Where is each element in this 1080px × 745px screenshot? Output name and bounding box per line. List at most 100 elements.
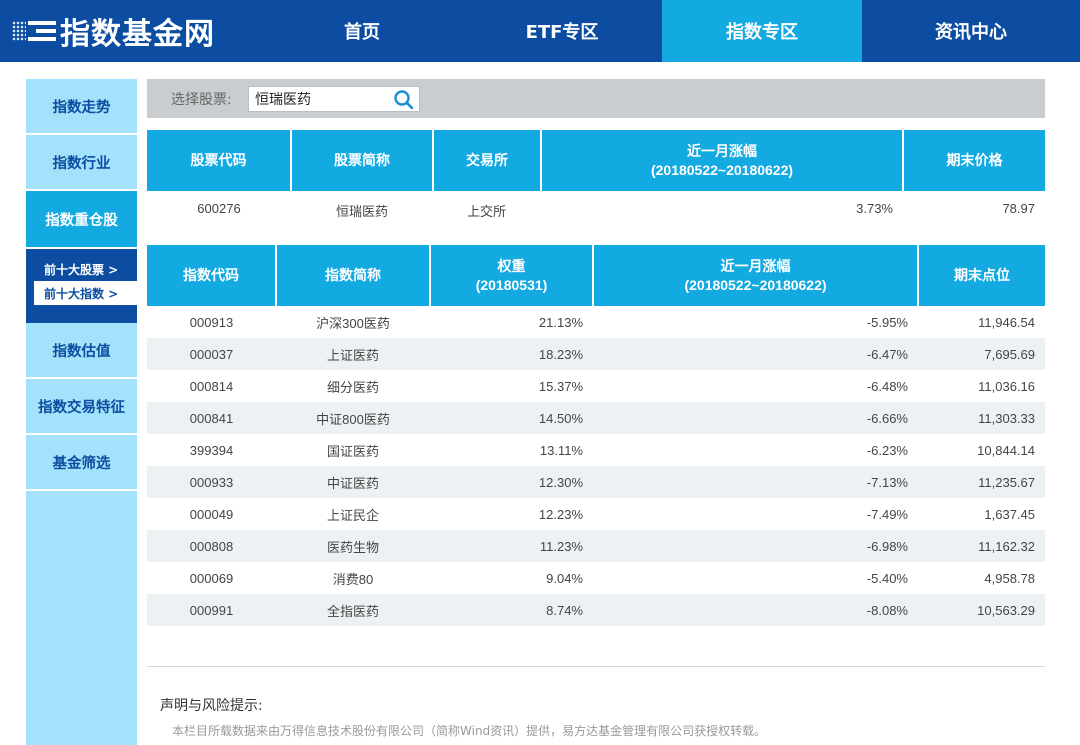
index-weight: 13.11%: [539, 442, 583, 458]
index-close: 10,844.14: [977, 442, 1035, 458]
col-index-change: 近一月涨幅 (20180522~20180622): [593, 245, 919, 306]
stock-info-table: 股票代码 股票简称 交易所 近一月涨幅 (20180522~20180622) …: [147, 130, 1045, 225]
nav-home[interactable]: 首页: [262, 0, 462, 62]
col-month-change-label: 近一月涨幅: [687, 142, 757, 159]
index-code: 399394: [189, 442, 234, 458]
section-divider: [147, 666, 1045, 667]
stock-name: 恒瑞医药: [335, 204, 388, 219]
index-close: 11,303.33: [918, 402, 1045, 434]
search-label: 选择股票:: [171, 92, 232, 108]
index-name: 上证医药: [276, 338, 430, 370]
index-code: 000913: [189, 314, 234, 330]
index-weight: 11.23%: [430, 530, 593, 562]
index-close: 11,036.16: [978, 378, 1035, 394]
sidebar-item-index-industry[interactable]: 指数行业: [26, 135, 137, 191]
index-change: -5.40%: [866, 570, 908, 586]
index-weight: 8.74%: [430, 594, 593, 626]
index-close: 1,637.45: [984, 506, 1035, 522]
index-code: 000933: [147, 466, 276, 498]
sidebar: 指数走势 指数行业 指数重仓股 前十大股票 > 前十大指数 > 指数估值 指数交…: [26, 79, 137, 745]
table-row: 399394 国证医药 13.11% -6.23% 10,844.14: [147, 434, 1045, 466]
table-row: 000069 消费80 9.04% -5.40% 4,958.78: [147, 562, 1045, 594]
index-weight: 21.13%: [538, 314, 583, 330]
index-change: -6.98%: [593, 530, 918, 562]
index-change: -6.66%: [593, 402, 918, 434]
main-nav: 首页 ETF专区 指数专区 资讯中心: [262, 0, 1080, 62]
notice-text: 本栏目所载数据来由万得信息技术股份有限公司（简称Wind资讯）提供，易方达基金管…: [172, 724, 767, 738]
index-code: 000049: [189, 506, 234, 522]
index-name: 国证医药: [326, 443, 379, 459]
index-change: -6.47%: [593, 338, 918, 370]
logo-mark-icon: [12, 17, 60, 45]
table-row: 600276 恒瑞医药 上交所 3.73% 78.97: [147, 191, 1045, 225]
table-row: 000808 医药生物 11.23% -6.98% 11,162.32: [147, 530, 1045, 562]
col-index-change-range: (20180522~20180622): [684, 276, 827, 293]
index-close: 10,563.29: [918, 594, 1045, 626]
site-logo[interactable]: 指数基金网: [12, 10, 215, 52]
index-change: -7.49%: [866, 506, 908, 522]
index-name: 细分医药: [326, 379, 379, 395]
table-row: 000037 上证医药 18.23% -6.47% 7,695.69: [147, 338, 1045, 370]
index-close: 7,695.69: [918, 338, 1045, 370]
index-name: 医药生物: [276, 530, 430, 562]
index-name: 上证民企: [326, 507, 379, 523]
col-month-change: 近一月涨幅 (20180522~20180622): [541, 130, 904, 191]
notice-title: 声明与风险提示:: [160, 698, 263, 714]
top-header: 指数基金网 首页 ETF专区 指数专区 资讯中心: [0, 0, 1080, 62]
index-name: 中证800医药: [276, 402, 430, 434]
nav-news[interactable]: 资讯中心: [862, 0, 1080, 62]
table-row: 000991 全指医药 8.74% -8.08% 10,563.29: [147, 594, 1045, 626]
col-weight: 权重 (20180531): [430, 245, 594, 306]
sidebar-item-fund-filter[interactable]: 基金筛选: [26, 435, 137, 491]
index-weight: 12.23%: [538, 506, 583, 522]
col-index-close: 期末点位: [918, 245, 1045, 306]
index-weight: 14.50%: [430, 402, 593, 434]
sidebar-subitem-top10-indexes[interactable]: 前十大指数 >: [34, 281, 137, 305]
index-change: -7.13%: [593, 466, 918, 498]
index-close: 11,946.54: [978, 314, 1035, 330]
col-index-name: 指数简称: [276, 245, 431, 306]
index-weight: 12.30%: [430, 466, 593, 498]
table-row: 000049 上证民企 12.23% -7.49% 1,637.45: [147, 498, 1045, 530]
index-weight: 15.37%: [538, 378, 583, 394]
stock-code: 600276: [197, 201, 241, 216]
col-index-change-label: 近一月涨幅: [720, 257, 791, 274]
index-change: -6.48%: [866, 378, 908, 394]
table-row: 000933 中证医药 12.30% -7.13% 11,235.67: [147, 466, 1045, 498]
search-icon[interactable]: [393, 89, 415, 111]
sidebar-item-index-holdings[interactable]: 指数重仓股: [26, 191, 137, 249]
col-weight-date: (20180531): [475, 276, 548, 293]
index-close: 11,235.67: [918, 466, 1045, 498]
stock-exchange: 上交所: [467, 204, 507, 219]
index-weight: 18.23%: [430, 338, 593, 370]
col-index-code: 指数代码: [147, 245, 277, 306]
sidebar-item-index-trading[interactable]: 指数交易特征: [26, 379, 137, 435]
index-close: 4,958.78: [984, 570, 1035, 586]
sidebar-item-index-valuation[interactable]: 指数估值: [26, 323, 137, 379]
table-row: 000841 中证800医药 14.50% -6.66% 11,303.33: [147, 402, 1045, 434]
stock-search-bar: 选择股票:: [147, 79, 1045, 118]
index-code: 000069: [189, 570, 234, 586]
sidebar-subitem-top10-stocks[interactable]: 前十大股票 >: [26, 257, 137, 281]
col-end-price: 期末价格: [903, 130, 1045, 191]
nav-index-zone[interactable]: 指数专区: [662, 0, 862, 62]
nav-etf[interactable]: ETF专区: [462, 0, 662, 62]
logo-text: 指数基金网: [60, 17, 215, 52]
col-exchange: 交易所: [433, 130, 542, 191]
index-name: 消费80: [332, 571, 374, 587]
index-name: 全指医药: [276, 594, 430, 626]
sidebar-submenu: 前十大股票 > 前十大指数 >: [26, 249, 137, 323]
index-code: 000037: [147, 338, 276, 370]
stock-price: 78.97: [1002, 201, 1035, 216]
index-code: 000808: [147, 530, 276, 562]
col-month-change-range: (20180522~20180622): [650, 161, 794, 178]
index-change: -8.08%: [593, 594, 918, 626]
table-row: 000814 细分医药 15.37% -6.48% 11,036.16: [147, 370, 1045, 402]
index-name: 中证医药: [276, 466, 430, 498]
index-code: 000991: [147, 594, 276, 626]
index-change: -6.23%: [866, 442, 908, 458]
sidebar-item-index-trend[interactable]: 指数走势: [26, 79, 137, 135]
col-stock-name: 股票简称: [291, 130, 434, 191]
index-code: 000814: [189, 378, 234, 394]
stock-search-input[interactable]: [249, 87, 389, 111]
